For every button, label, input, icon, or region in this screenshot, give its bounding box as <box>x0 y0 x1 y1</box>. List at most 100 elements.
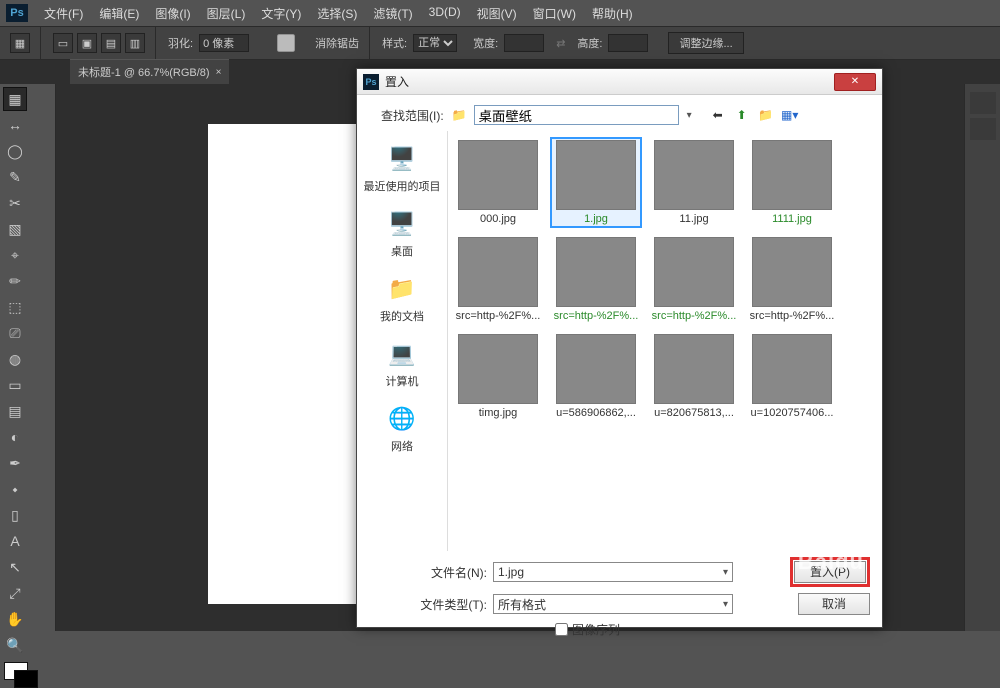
tool-button[interactable]: ◐ <box>3 425 27 449</box>
filename-combo[interactable]: 1.jpg <box>493 562 733 582</box>
file-item[interactable]: u=586906862,... <box>550 331 642 422</box>
place-icon: 🖥️ <box>384 208 420 240</box>
menu-item[interactable]: 窗口(W) <box>525 5 584 22</box>
document-tab[interactable]: 未标题-1 @ 66.7%(RGB/8) × <box>70 59 229 84</box>
file-thumbnail <box>556 334 636 404</box>
tool-button[interactable]: ⌖ <box>3 243 27 267</box>
tool-button[interactable]: ▭ <box>3 373 27 397</box>
place-item[interactable]: 🖥️桌面 <box>357 208 447 259</box>
menu-item[interactable]: 文件(F) <box>36 5 91 22</box>
file-thumbnail <box>556 237 636 307</box>
tool-button[interactable]: ▦ <box>3 87 27 111</box>
menu-item[interactable]: 帮助(H) <box>584 5 641 22</box>
intersect-selection-icon[interactable]: ▥ <box>125 33 145 53</box>
file-item[interactable]: timg.jpg <box>452 331 544 422</box>
file-item[interactable]: src=http-%2F%... <box>550 234 642 325</box>
menu-item[interactable]: 视图(V) <box>469 5 525 22</box>
tool-button[interactable]: ⤢ <box>3 581 27 605</box>
file-name: src=http-%2F%... <box>455 310 541 322</box>
file-item[interactable]: src=http-%2F%... <box>452 234 544 325</box>
panel-button[interactable] <box>970 92 996 114</box>
new-selection-icon[interactable]: ▭ <box>53 33 73 53</box>
place-label: 我的文档 <box>357 308 447 324</box>
place-icon: 🌐 <box>384 403 420 435</box>
up-icon[interactable]: ⬆ <box>732 105 752 125</box>
file-item[interactable]: u=1020757406... <box>746 331 838 422</box>
tool-button[interactable]: ↖ <box>3 555 27 579</box>
file-thumbnail <box>458 237 538 307</box>
height-input <box>608 34 648 52</box>
file-item[interactable]: u=820675813,... <box>648 331 740 422</box>
chevron-down-icon[interactable]: ▾ <box>687 110 692 121</box>
tool-button[interactable]: 🔍 <box>3 633 27 657</box>
subtract-selection-icon[interactable]: ▤ <box>101 33 121 53</box>
antialias-checkbox <box>261 34 311 52</box>
feather-input[interactable] <box>199 34 249 52</box>
document-tab-title: 未标题-1 @ 66.7%(RGB/8) <box>78 64 210 80</box>
feather-label: 羽化: <box>168 35 193 51</box>
tool-button[interactable]: ↔ <box>3 113 27 137</box>
file-item[interactable]: 000.jpg <box>452 137 544 228</box>
place-item[interactable]: 💻计算机 <box>357 338 447 389</box>
file-name: 1.jpg <box>553 213 639 225</box>
look-in-label: 查找范围(I): <box>381 107 444 124</box>
places-sidebar: 🖥️ 最近使用的项目 🖥️桌面 📁我的文档 💻计算机 🌐 网络 <box>357 131 447 551</box>
toolbox: ▦↔◯✎✂▧⌖✏⬚⎚◍▭▤◐✒⬩▯A↖⤢✋🔍 <box>0 84 56 631</box>
menu-item[interactable]: 文字(Y) <box>253 5 309 22</box>
place-label: 最近使用的项目 <box>357 178 447 194</box>
new-folder-icon[interactable]: 📁 <box>756 105 776 125</box>
dialog-close-button[interactable]: ✕ <box>834 73 876 91</box>
look-in-row: 查找范围(I): 📁 ▾ ⬅ ⬆ 📁 ▦▾ <box>357 95 882 131</box>
file-list[interactable]: 000.jpg1.jpg11.jpg1111.jpgsrc=http-%2F%.… <box>447 131 882 551</box>
style-label: 样式: <box>382 35 407 51</box>
close-icon[interactable]: × <box>216 67 222 78</box>
tool-button[interactable]: ✎ <box>3 165 27 189</box>
tool-button[interactable]: ✒ <box>3 451 27 475</box>
tool-button[interactable]: ⬩ <box>3 477 27 501</box>
tool-button[interactable]: ⎚ <box>3 321 27 345</box>
menu-item[interactable]: 选择(S) <box>309 5 365 22</box>
style-select[interactable]: 正常 <box>413 34 457 52</box>
panel-button[interactable] <box>970 118 996 140</box>
tool-button[interactable]: ✋ <box>3 607 27 631</box>
filetype-combo[interactable]: 所有格式 <box>493 594 733 614</box>
place-label: 网络 <box>357 438 447 454</box>
image-sequence-checkbox[interactable] <box>555 623 568 636</box>
antialias-label: 消除锯齿 <box>315 35 359 51</box>
canvas[interactable] <box>208 124 356 604</box>
place-button-highlight: 置入(P) <box>790 557 870 587</box>
file-name: src=http-%2F%... <box>651 310 737 322</box>
place-item[interactable]: 📁我的文档 <box>357 273 447 324</box>
file-item[interactable]: 1111.jpg <box>746 137 838 228</box>
menu-item[interactable]: 编辑(E) <box>91 5 147 22</box>
tool-button[interactable]: ⬚ <box>3 295 27 319</box>
add-selection-icon[interactable]: ▣ <box>77 33 97 53</box>
tool-button[interactable]: ✂ <box>3 191 27 215</box>
file-item[interactable]: src=http-%2F%... <box>746 234 838 325</box>
view-menu-icon[interactable]: ▦▾ <box>780 105 800 125</box>
tool-button[interactable]: ◯ <box>3 139 27 163</box>
refine-edge-button[interactable]: 调整边缘... <box>668 32 743 54</box>
menu-item[interactable]: 滤镜(T) <box>365 5 420 22</box>
menu-item[interactable]: 3D(D) <box>421 5 469 22</box>
menu-item[interactable]: 图像(I) <box>147 5 198 22</box>
back-icon[interactable]: ⬅ <box>708 105 728 125</box>
tool-button[interactable]: ◍ <box>3 347 27 371</box>
place-item[interactable]: 🖥️ 最近使用的项目 <box>357 143 447 194</box>
tool-button[interactable]: ▤ <box>3 399 27 423</box>
place-icon: 🖥️ <box>384 143 420 175</box>
file-item[interactable]: 11.jpg <box>648 137 740 228</box>
place-item[interactable]: 🌐 网络 <box>357 403 447 454</box>
place-button[interactable]: 置入(P) <box>794 561 866 583</box>
tool-preset-icon[interactable]: ▦ <box>10 33 30 53</box>
file-item[interactable]: src=http-%2F%... <box>648 234 740 325</box>
menu-item[interactable]: 图层(L) <box>199 5 254 22</box>
tool-button[interactable]: A <box>3 529 27 553</box>
cancel-button[interactable]: 取消 <box>798 593 870 615</box>
tool-button[interactable]: ▯ <box>3 503 27 527</box>
file-item[interactable]: 1.jpg <box>550 137 642 228</box>
tool-button[interactable]: ▧ <box>3 217 27 241</box>
background-swatch[interactable] <box>14 670 38 688</box>
look-in-combo[interactable] <box>474 105 679 125</box>
tool-button[interactable]: ✏ <box>3 269 27 293</box>
